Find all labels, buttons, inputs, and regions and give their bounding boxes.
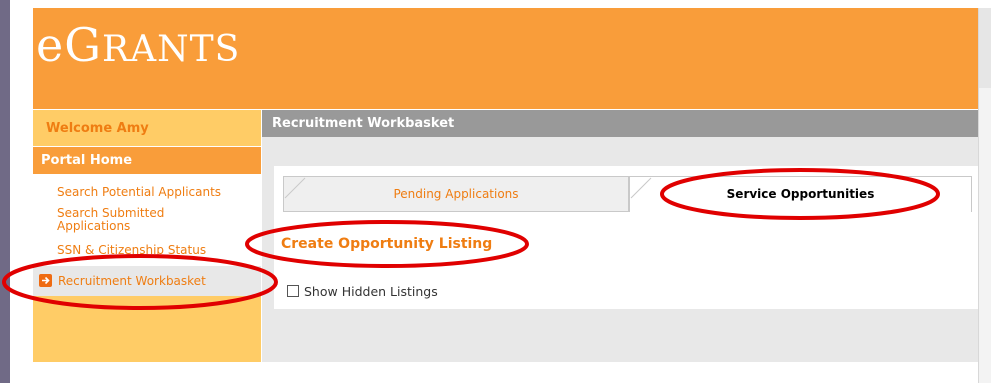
window-left-border — [0, 0, 10, 383]
page-title-bar: Recruitment Workbasket — [262, 110, 978, 137]
tab-service-opportunities[interactable]: Service Opportunities — [629, 176, 972, 212]
portal-home-label: Portal Home — [41, 153, 133, 168]
sidebar-item-search-submitted-applications-line2[interactable]: Applications — [57, 220, 130, 232]
sidebar-item-ssn-citizenship-status[interactable]: SSN & Citizenship Status — [57, 244, 206, 256]
logo-rest: RANTS — [101, 29, 241, 70]
show-hidden-listings-checkbox[interactable] — [287, 285, 299, 297]
sidebar-item-recruitment-workbasket[interactable]: Recruitment Workbasket — [33, 266, 261, 296]
page-title: Recruitment Workbasket — [272, 116, 455, 131]
logo-capital: G — [64, 18, 102, 72]
arrow-right-icon — [39, 274, 52, 287]
sidebar-item-search-potential-applicants[interactable]: Search Potential Applicants — [57, 186, 221, 198]
scrollbar-thumb[interactable] — [979, 8, 991, 88]
sidebar-item-search-submitted-applications[interactable]: Search Submitted — [57, 207, 164, 219]
sidebar-item-label: Recruitment Workbasket — [58, 274, 206, 288]
tab-label: Pending Applications — [393, 187, 519, 201]
create-opportunity-listing-link[interactable]: Create Opportunity Listing — [281, 236, 492, 252]
vertical-scrollbar[interactable] — [978, 8, 991, 383]
sidebar-fill — [33, 296, 261, 362]
sidebar-links: Search Potential Applicants Search Submi… — [33, 174, 261, 266]
tab-pending-applications[interactable]: Pending Applications — [283, 176, 629, 212]
tab-corner-icon — [284, 177, 306, 199]
show-hidden-listings-label[interactable]: Show Hidden Listings — [304, 284, 438, 299]
egrants-logo: eGRANTS — [36, 22, 240, 68]
tab-corner-icon — [630, 177, 652, 199]
portal-home-link[interactable]: Portal Home — [33, 147, 261, 174]
logo-initial: e — [36, 18, 65, 72]
tab-label: Service Opportunities — [726, 187, 875, 201]
welcome-banner: Welcome Amy — [33, 110, 261, 146]
welcome-text: Welcome Amy — [46, 121, 149, 136]
